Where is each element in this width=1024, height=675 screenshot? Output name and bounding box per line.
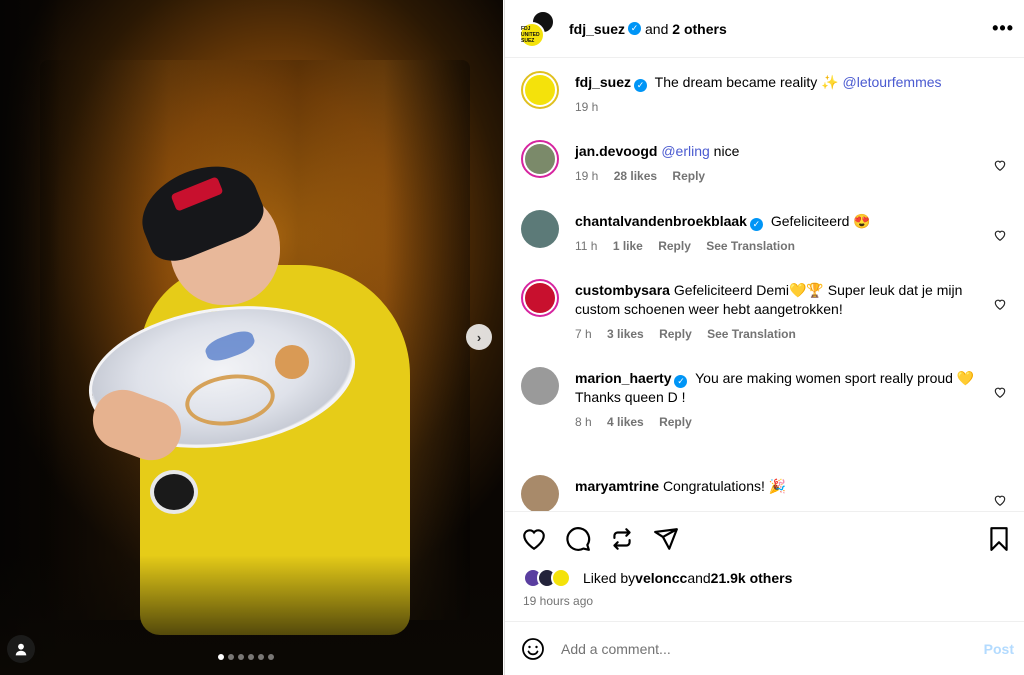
avatar[interactable]: [521, 279, 559, 317]
carousel-dot: [228, 654, 234, 660]
carousel-dot: [268, 654, 274, 660]
comment-time: 7 h: [575, 327, 592, 341]
comment-username[interactable]: custombysara: [575, 282, 670, 298]
caption-mention-link[interactable]: @letourfemmes: [843, 74, 942, 90]
like-comment-heart-icon[interactable]: [993, 493, 1007, 507]
comment-time: 19 h: [575, 169, 599, 183]
save-bookmark-icon[interactable]: [986, 526, 1012, 552]
caption-username[interactable]: fdj_suez: [575, 74, 631, 90]
comment-bubble-icon[interactable]: [565, 526, 591, 552]
comment-text-line2: Thanks queen D !: [575, 389, 686, 405]
carousel-next-button[interactable]: ›: [466, 324, 492, 350]
comment-text: nice: [709, 143, 740, 159]
verified-badge-icon: ✓: [749, 218, 763, 231]
avatar[interactable]: [521, 367, 559, 405]
more-options-icon[interactable]: •••: [992, 18, 1014, 39]
avatar[interactable]: [521, 71, 559, 109]
user-icon: [15, 643, 27, 656]
post-photo[interactable]: ›: [0, 0, 503, 675]
post-timestamp[interactable]: 19 hours ago: [523, 594, 593, 608]
comment-likes-link[interactable]: 3 likes: [607, 327, 644, 341]
tagged-users-button[interactable]: [7, 635, 35, 663]
add-comment-bar: Post: [505, 621, 1024, 675]
carousel-dot: [218, 654, 224, 660]
emoji-icon[interactable]: [521, 637, 545, 661]
liker-username-link[interactable]: veloncc: [635, 570, 687, 586]
repost-icon[interactable]: [609, 526, 635, 552]
comment-reply-button[interactable]: Reply: [659, 327, 692, 341]
carousel-dot: [248, 654, 254, 660]
comment-reply-button[interactable]: Reply: [659, 415, 692, 429]
avatar[interactable]: [521, 210, 559, 248]
carousel-dot: [258, 654, 264, 660]
avatar: FDJ UNITED SUEZ: [519, 21, 545, 48]
verified-badge-icon: ✓: [674, 375, 688, 388]
comment-time: 11 h: [575, 239, 598, 253]
likes-prefix: Liked by: [583, 570, 636, 586]
comment-username[interactable]: jan.devoogd: [575, 143, 657, 159]
comment-likes-link[interactable]: 1 like: [613, 239, 643, 253]
collab-others-link[interactable]: 2 others: [672, 21, 726, 37]
comment-username[interactable]: marion_haerty: [575, 370, 671, 386]
comments-list[interactable]: fdj_suez ✓ The dream became reality ✨ @le…: [505, 59, 1024, 511]
comment-text: Congratulations! 🎉: [662, 478, 787, 494]
like-heart-icon[interactable]: [521, 526, 547, 552]
carousel-dot: [238, 654, 244, 660]
comment-text: You are making women sport really proud …: [695, 370, 975, 386]
comment-time: 8 h: [575, 415, 592, 429]
like-comment-heart-icon[interactable]: [993, 158, 1007, 172]
avatar[interactable]: [521, 140, 559, 178]
share-send-icon[interactable]: [653, 526, 679, 552]
verified-badge-icon: ✓: [628, 22, 642, 35]
carousel-dots: [218, 654, 274, 660]
comment-username[interactable]: chantalvandenbroekblaak: [575, 213, 747, 229]
post-author-username[interactable]: fdj_suez: [569, 21, 625, 37]
see-translation-button[interactable]: See Translation: [706, 239, 795, 253]
liker-avatars[interactable]: [523, 568, 577, 588]
verified-badge-icon: ✓: [634, 79, 648, 92]
comment-reply-button[interactable]: Reply: [672, 169, 705, 183]
comment-mention-link[interactable]: @erling: [661, 143, 709, 159]
see-translation-button[interactable]: See Translation: [707, 327, 796, 341]
like-comment-heart-icon[interactable]: [993, 228, 1007, 242]
comment-reply-button[interactable]: Reply: [658, 239, 691, 253]
comment-input[interactable]: [561, 640, 941, 657]
like-comment-heart-icon[interactable]: [993, 297, 1007, 311]
comment-text: Gefeliciteerd 😍: [770, 213, 871, 229]
post-sidebar: FDJ UNITED SUEZ fdj_suez ✓ and 2 others …: [504, 0, 1024, 675]
post-actions: Liked by veloncc and 21.9k others 19 hou…: [505, 511, 1024, 621]
avatar[interactable]: [521, 475, 559, 511]
likes-summary: Liked by veloncc and 21.9k others: [523, 568, 792, 588]
post-header: FDJ UNITED SUEZ fdj_suez ✓ and 2 others …: [505, 0, 1024, 58]
likes-count-link[interactable]: 21.9k others: [711, 570, 793, 586]
comment-likes-link[interactable]: 28 likes: [614, 169, 657, 183]
collab-text: and 2 others: [645, 20, 727, 37]
like-comment-heart-icon[interactable]: [993, 385, 1007, 399]
comment-likes-link[interactable]: 4 likes: [607, 415, 644, 429]
caption-text: The dream became reality ✨: [654, 74, 839, 90]
caption-time: 19 h: [575, 100, 599, 114]
post-comment-button[interactable]: Post: [984, 641, 1014, 657]
comment-username[interactable]: maryamtrine: [575, 478, 659, 494]
collab-avatars[interactable]: FDJ UNITED SUEZ: [519, 9, 557, 48]
wristwatch: [150, 470, 198, 514]
